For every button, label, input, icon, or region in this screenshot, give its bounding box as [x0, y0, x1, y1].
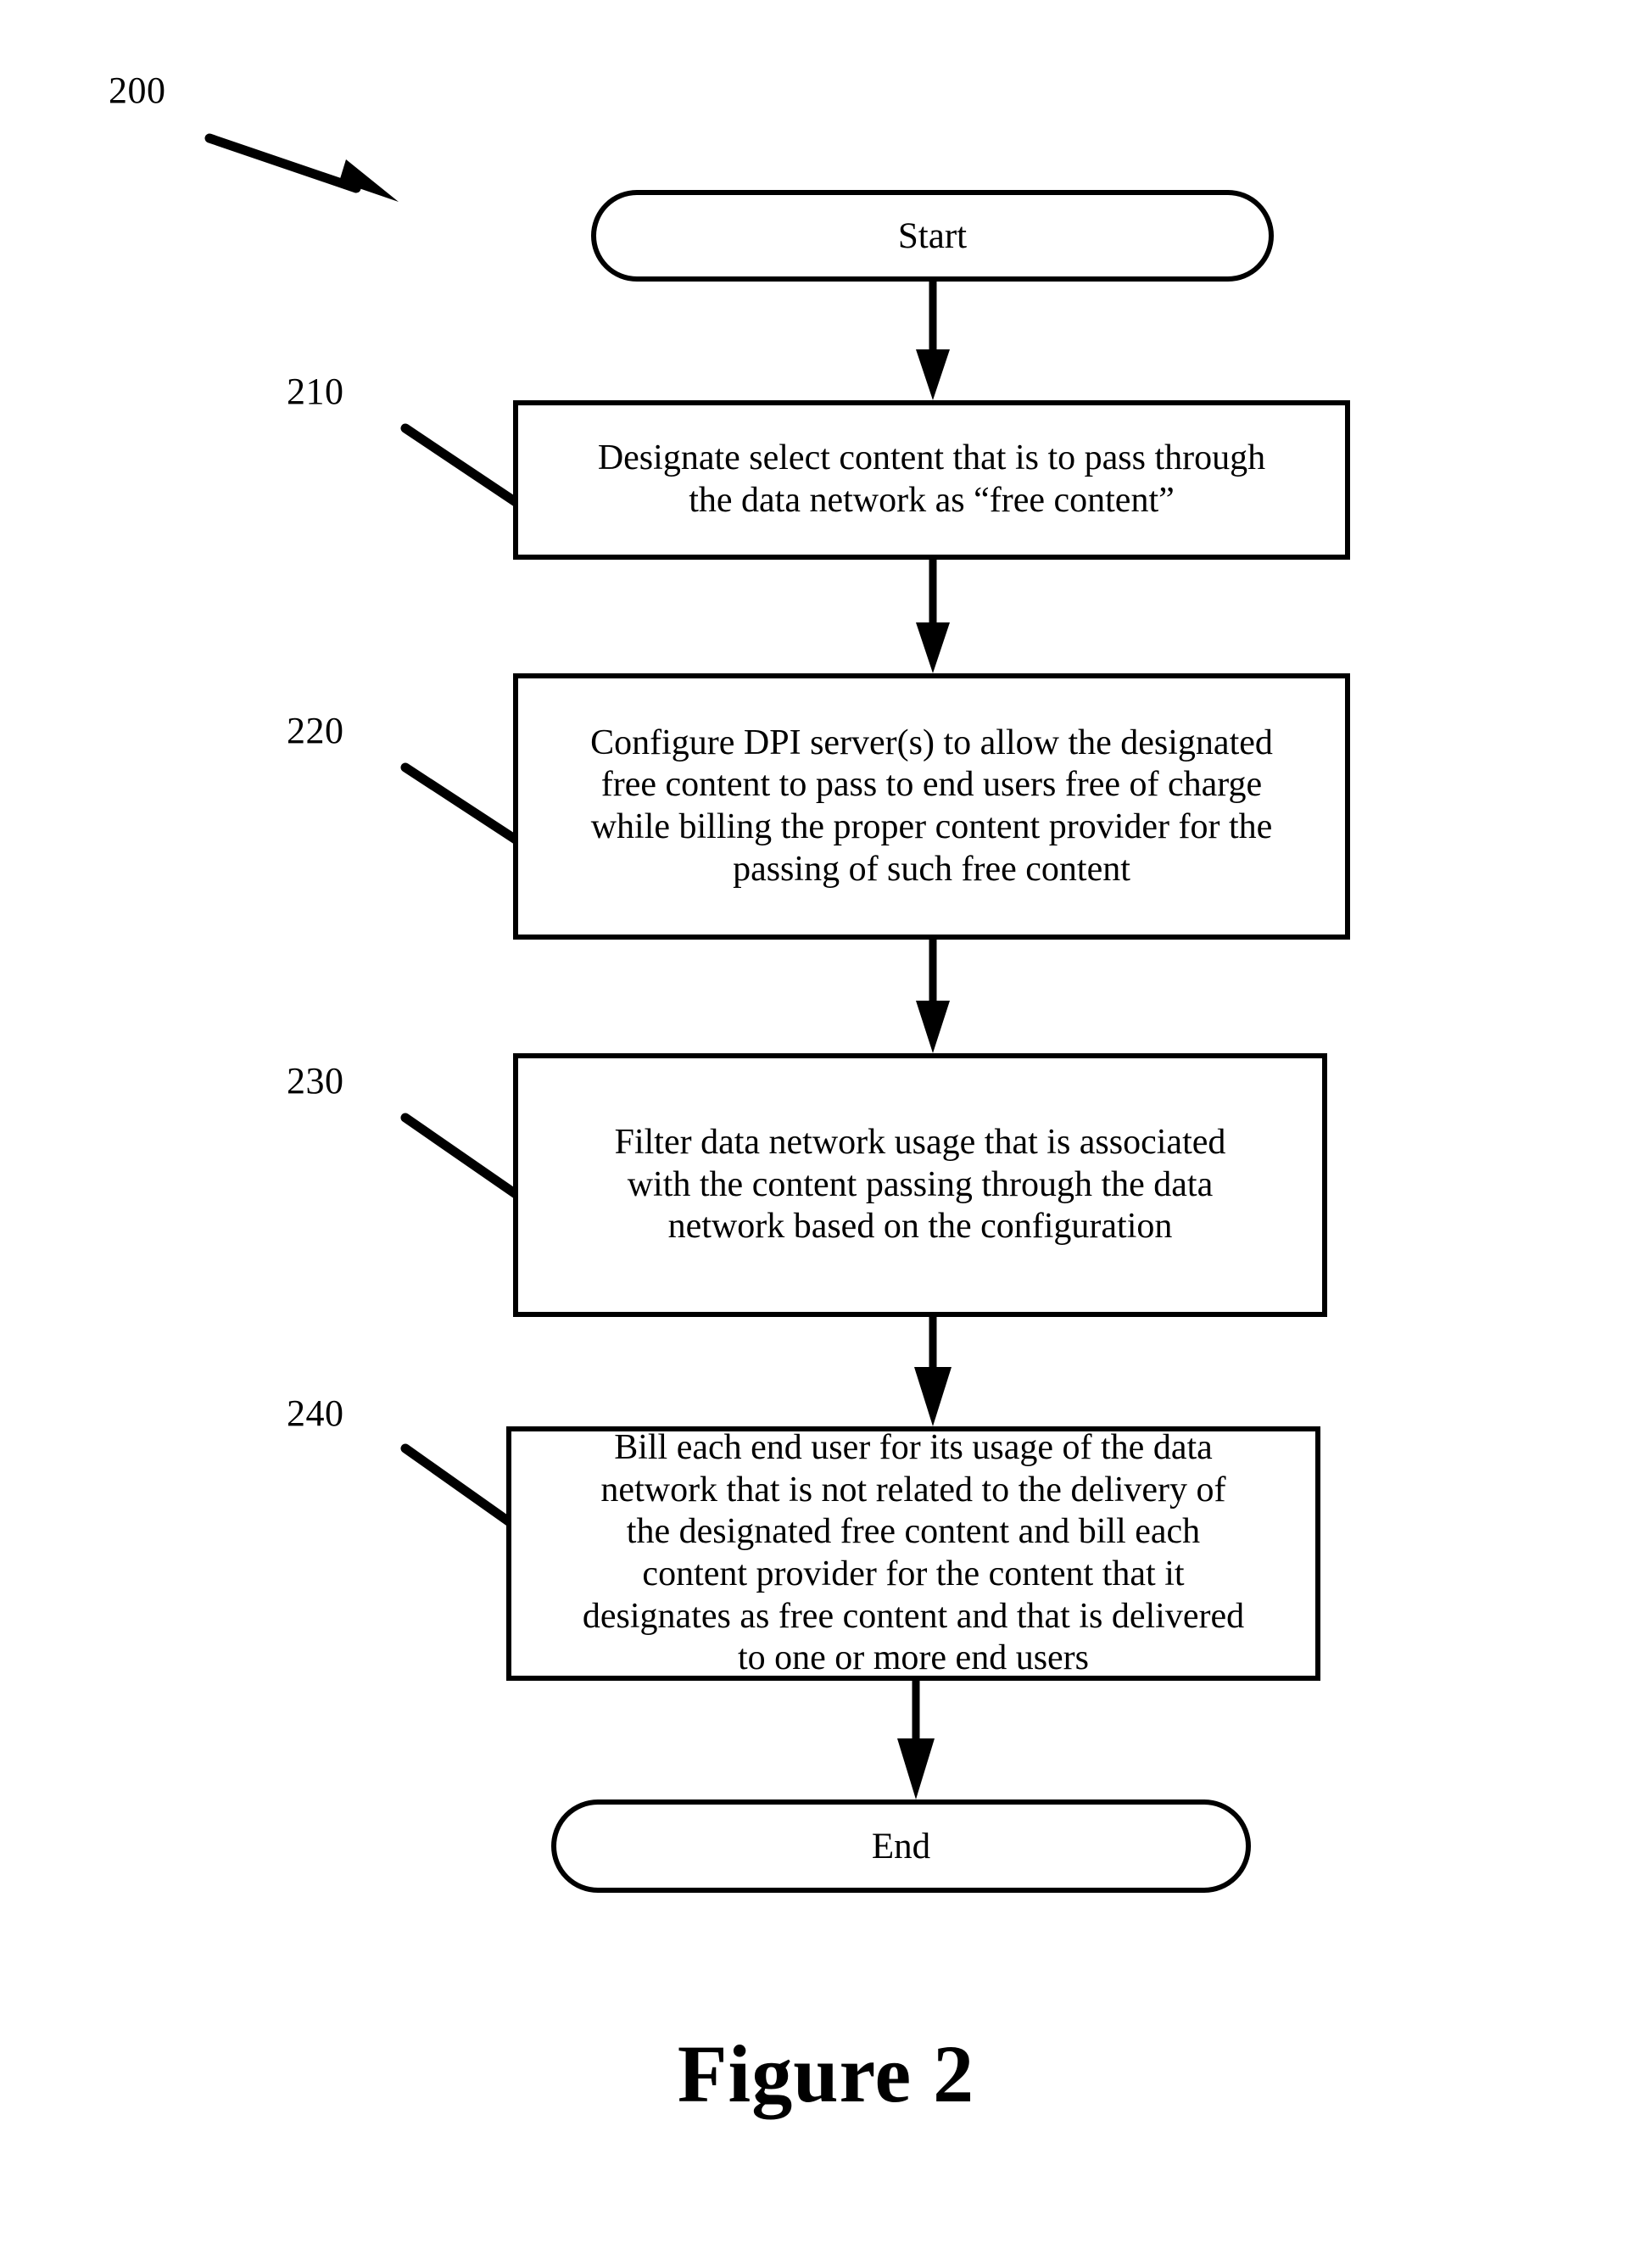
ref-label-240: 240 [287, 1392, 344, 1434]
node-step-240-label: Bill each end user for its usage of the … [582, 1428, 1245, 1678]
arrow-210-to-220 [916, 560, 950, 673]
node-step-230-label: Filter data network usage that is associ… [614, 1123, 1226, 1247]
node-step-220[interactable]: Configure DPI server(s) to allow the des… [513, 673, 1350, 940]
node-step-210[interactable]: Designate select content that is to pass… [513, 400, 1350, 560]
node-step-220-label: Configure DPI server(s) to allow the des… [590, 723, 1273, 889]
figure-caption: Figure 2 [677, 2028, 975, 2119]
arrow-220-to-230 [916, 940, 950, 1053]
arrow-240-to-end [897, 1681, 935, 1799]
arrow-start-to-210 [916, 282, 950, 400]
ref-label-220: 220 [287, 710, 344, 751]
node-start-label: Start [897, 215, 968, 256]
diagram-pointer-arrow [204, 133, 399, 202]
node-end-label: End [871, 1826, 931, 1866]
node-step-240[interactable]: Bill each end user for its usage of the … [506, 1426, 1320, 1681]
ref-label-230: 230 [287, 1060, 344, 1102]
node-step-230[interactable]: Filter data network usage that is associ… [513, 1053, 1327, 1317]
leader-line-230 [400, 1113, 521, 1199]
leader-line-210 [400, 423, 521, 507]
leader-line-220 [400, 762, 521, 845]
patent-figure: 200 210 220 230 240 Start Designate sele… [0, 0, 1652, 2243]
ref-label-200: 200 [109, 70, 166, 111]
node-step-210-label: Designate select content that is to pass… [597, 438, 1266, 520]
node-start[interactable]: Start [591, 190, 1274, 282]
arrow-230-to-240 [914, 1317, 952, 1426]
node-end[interactable]: End [551, 1799, 1251, 1893]
leader-line-240 [400, 1443, 521, 1532]
ref-label-210: 210 [287, 371, 344, 412]
